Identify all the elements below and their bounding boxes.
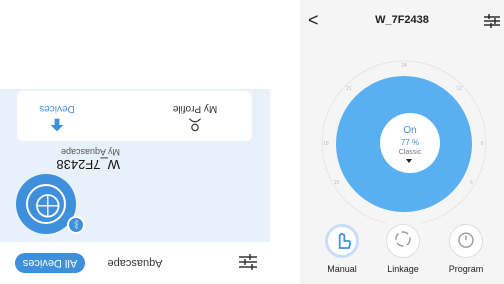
mode-program-label: Program (448, 264, 484, 274)
dial-tick-label: 12 (456, 86, 462, 92)
my-profile-label: My Profile (172, 103, 218, 114)
dial-center[interactable]: On 77 % Classic (380, 113, 440, 173)
tab-all-devices[interactable]: All Devices (15, 253, 85, 273)
power-state: On (403, 125, 417, 136)
devices-label: Devices (39, 103, 75, 114)
device-subtitle: My Aquascape (60, 147, 120, 157)
my-profile-tab[interactable]: My Profile (160, 103, 230, 133)
mode-dropdown-icon[interactable] (406, 159, 412, 163)
dial-icon (26, 184, 66, 224)
mode-name: Classic (398, 149, 422, 156)
dial-tick-label: 18 (323, 141, 329, 147)
mode-linkage-label: Linkage (387, 264, 419, 274)
dial-tick-label: 24 (401, 63, 407, 69)
brightness-percent: 77 % (400, 138, 420, 147)
device-title: W_7F2438 (375, 14, 429, 26)
bluetooth-icon: ᛒ (67, 216, 85, 234)
mode-program[interactable]: Program (436, 224, 496, 274)
device-header: < W_7F2438 (300, 0, 504, 44)
tab-header: All Devices Aquascape (0, 242, 270, 284)
dial-tick-label: 6 (470, 180, 473, 186)
settings-sliders-icon[interactable] (484, 14, 500, 28)
left-phone-screen: All Devices Aquascape ᛒ W_7F2438 My Aqua… (0, 89, 270, 284)
mode-linkage[interactable]: Linkage (373, 224, 433, 274)
dial-tick-label: 15 (334, 180, 340, 186)
devices-tab[interactable]: Devices (22, 103, 92, 133)
device-name: W_7F2438 (56, 157, 120, 172)
timer-icon (449, 224, 483, 258)
hand-touch-icon (325, 224, 359, 258)
dial-tick-label: 9 (481, 141, 484, 147)
tab-aquascape[interactable]: Aquascape (95, 253, 175, 273)
linkage-icon (386, 224, 420, 258)
right-phone-screen: < W_7F2438 24 21 18 15 6 9 12 On 77 % Classic … (300, 0, 504, 284)
profile-icon (188, 118, 202, 132)
bottom-nav-card: My Profile Devices (17, 91, 252, 141)
dial-tick-label: 21 (346, 86, 352, 92)
mode-manual[interactable]: Manual (312, 224, 372, 274)
filter-icon[interactable] (238, 254, 258, 270)
devices-icon (50, 118, 64, 132)
mode-selector: Manual Linkage Program (300, 224, 504, 284)
mode-manual-label: Manual (327, 264, 357, 274)
